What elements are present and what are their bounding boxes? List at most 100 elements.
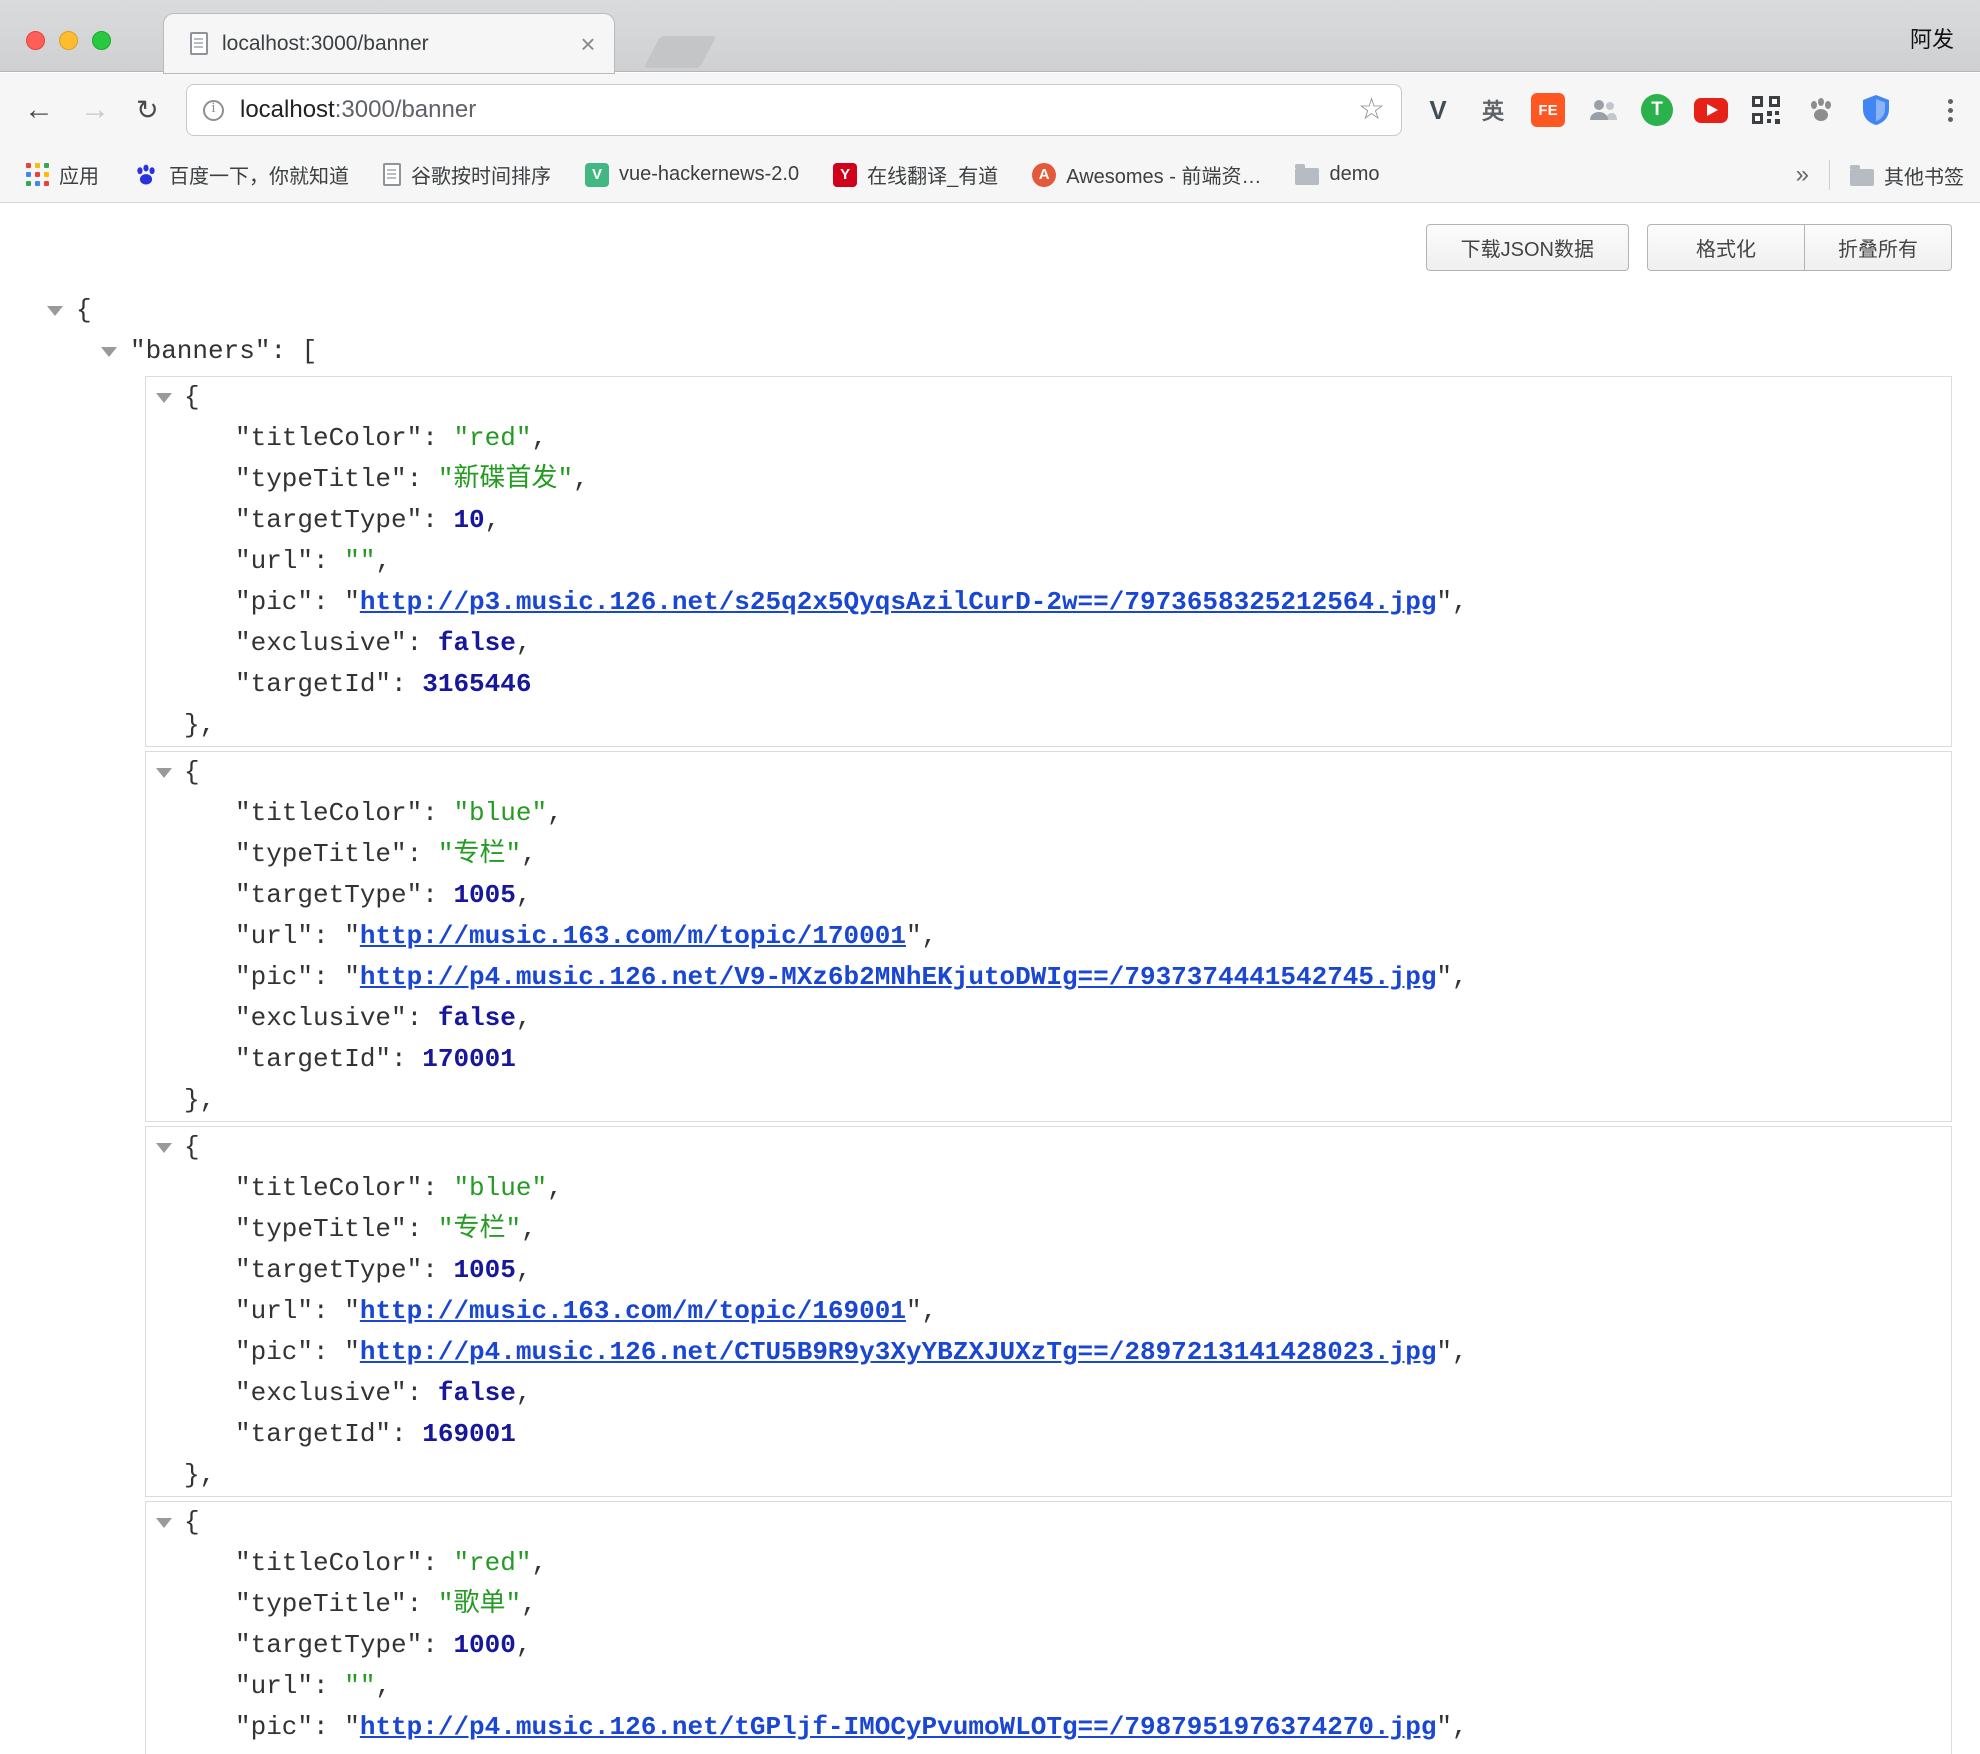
json-line: { [146,377,1951,418]
collapse-all-button[interactable]: 折叠所有 [1804,224,1952,271]
reload-icon[interactable] [136,73,159,147]
extension-paw-icon[interactable] [1804,93,1838,127]
collapse-toggle-icon[interactable] [101,347,117,357]
bookmarks-overflow-chevron[interactable]: » [1796,161,1809,189]
extension-v-icon[interactable] [1421,93,1455,127]
minimize-window-button[interactable] [59,31,78,50]
bookmark-google-sort[interactable]: 谷歌按时间排序 [383,160,551,189]
page-document-icon [190,32,208,55]
json-line: "targetType": 1000, [146,1625,1951,1666]
json-token: : [407,628,438,658]
json-link-value[interactable]: http://music.163.com/m/topic/170001 [360,921,906,951]
extension-people-icon[interactable] [1586,93,1620,127]
json-line: "pic": "http://p4.music.126.net/V9-MXz6b… [146,957,1951,998]
json-link-value[interactable]: http://p4.music.126.net/V9-MXz6b2MNhEKju… [360,962,1437,992]
download-json-button[interactable]: 下载JSON数据 [1426,224,1629,271]
json-token: , [531,1548,547,1578]
bookmark-star-icon[interactable] [1358,95,1385,125]
json-number-value: 3165446 [422,669,531,699]
collapse-toggle-icon[interactable] [156,393,172,403]
bookmark-baidu[interactable]: 百度一下，你就知道 [133,160,349,189]
browser-menu-icon[interactable] [1940,73,1960,147]
json-string-value: "专栏" [438,839,521,869]
json-token: { [184,1507,200,1537]
collapse-toggle-icon[interactable] [156,768,172,778]
close-window-button[interactable] [26,31,45,50]
url-host: localhost [240,96,335,123]
page-info-icon[interactable] [203,100,224,121]
collapse-toggle-icon[interactable] [156,1518,172,1528]
json-object-box: {"titleColor": "red","typeTitle": "新碟首发"… [145,376,1952,747]
page-content: 下载JSON数据 格式化 折叠所有 {"banners": [{"titleCo… [0,204,1980,1754]
json-token: : [422,880,453,910]
bookmark-awesomes[interactable]: A Awesomes - 前端资… [1032,160,1261,189]
json-line: "url": "http://music.163.com/m/topic/170… [146,916,1951,957]
json-string-value: "blue" [453,798,547,828]
apps-grid-icon [26,163,49,186]
address-bar[interactable]: localhost:3000/banner [186,84,1402,136]
json-number-value: 1005 [453,1255,515,1285]
json-token: : [313,921,344,951]
extension-t-shield-icon[interactable] [1641,94,1673,126]
json-line: "targetType": 10, [146,500,1951,541]
format-button[interactable]: 格式化 [1647,224,1805,271]
extension-translate-icon[interactable] [1476,93,1510,127]
json-key: "pic" [235,962,313,992]
json-boolean-value: false [438,1003,516,1033]
bookmark-youdao[interactable]: Y 在线翻译_有道 [833,160,998,189]
extension-fe-icon[interactable] [1531,93,1565,127]
json-key: "targetType" [235,1630,422,1660]
browser-tab[interactable]: localhost:3000/banner [164,14,614,73]
json-token: : [313,962,344,992]
bookmark-vue-hackernews[interactable]: V vue-hackernews-2.0 [585,163,799,187]
json-string-value: "歌单" [438,1589,521,1619]
json-key: "pic" [235,1712,313,1742]
json-key: "pic" [235,1337,313,1367]
json-line: { [146,1127,1951,1168]
json-line: { [0,290,1980,331]
json-link-value[interactable]: http://music.163.com/m/topic/169001 [360,1296,906,1326]
json-token: " [906,1296,922,1326]
json-token: }, [184,1460,215,1490]
json-line: "titleColor": "blue", [146,793,1951,834]
forward-arrow-icon[interactable] [80,73,110,147]
json-key: "typeTitle" [235,839,407,869]
json-token: , [922,1296,938,1326]
bookmark-apps[interactable]: 应用 [26,160,99,189]
extension-qr-code-icon[interactable] [1749,93,1783,127]
json-token: , [375,546,391,576]
bookmark-demo-folder[interactable]: demo [1295,163,1379,186]
other-bookmarks-folder[interactable]: 其他书签 [1850,161,1964,190]
extension-youtube-icon[interactable] [1694,98,1728,123]
collapse-toggle-icon[interactable] [156,1143,172,1153]
tab-close-icon[interactable] [574,30,602,58]
json-token: , [516,1630,532,1660]
json-token: , [531,423,547,453]
json-object-box: {"titleColor": "blue","typeTitle": "专栏",… [145,1126,1952,1497]
awesomes-icon: A [1032,163,1056,187]
json-key: "targetId" [235,1419,391,1449]
json-link-value[interactable]: http://p4.music.126.net/tGPljf-IMOCyPvum… [360,1712,1437,1742]
new-tab-button[interactable] [643,36,716,68]
json-token: : [422,505,453,535]
json-link-value[interactable]: http://p3.music.126.net/s25q2x5QyqsAzilC… [360,587,1437,617]
extension-blue-shield-icon[interactable] [1859,93,1893,127]
json-token: : [407,1589,438,1619]
json-token: , [1452,962,1468,992]
collapse-toggle-icon[interactable] [47,306,63,316]
back-arrow-icon[interactable] [24,73,54,147]
json-key: "url" [235,921,313,951]
json-key: "url" [235,546,313,576]
folder-icon [1850,169,1874,186]
url-text[interactable]: localhost:3000/banner [240,96,476,124]
json-token: " [344,962,360,992]
json-token: : [422,1255,453,1285]
vue-icon: V [585,163,609,187]
json-line: { [146,1502,1951,1543]
zoom-window-button[interactable] [92,31,111,50]
json-token: , [547,798,563,828]
profile-name: 阿发 [1910,22,1954,54]
json-line: "url": "", [146,541,1951,582]
json-link-value[interactable]: http://p4.music.126.net/CTU5B9R9y3XyYBZX… [360,1337,1437,1367]
bookmarks-bar: 应用 百度一下，你就知道 谷歌按时间排序 V vue-hackernews-2.… [0,147,1980,203]
